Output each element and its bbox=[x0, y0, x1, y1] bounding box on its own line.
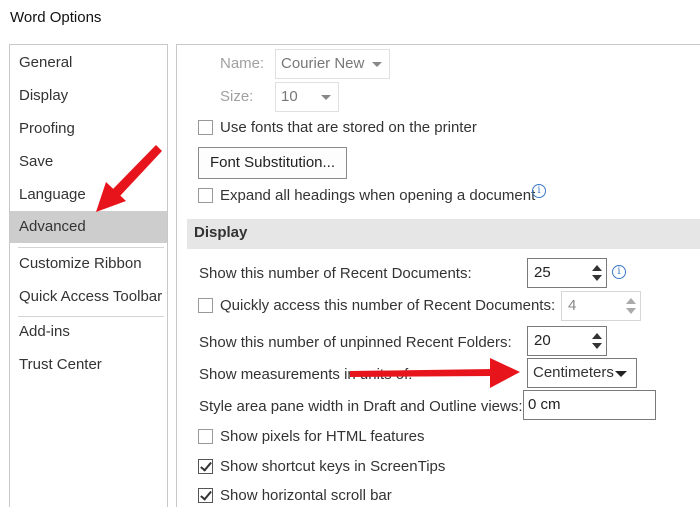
spin-down-icon[interactable] bbox=[592, 343, 602, 349]
quick-access-recent-label: Quickly access this number of Recent Doc… bbox=[220, 297, 556, 314]
use-printer-fonts-label: Use fonts that are stored on the printer bbox=[220, 119, 477, 136]
font-size-value: 10 bbox=[281, 88, 298, 105]
show-pixels-html-label: Show pixels for HTML features bbox=[220, 428, 425, 445]
chevron-down-icon bbox=[321, 95, 331, 100]
style-area-width-label: Style area pane width in Draft and Outli… bbox=[199, 398, 523, 415]
spin-down-icon[interactable] bbox=[626, 308, 636, 314]
measurement-units-dropdown[interactable]: Centimeters bbox=[527, 358, 637, 388]
quick-access-recent-checkbox[interactable] bbox=[198, 298, 213, 313]
show-shortcut-keys-label: Show shortcut keys in ScreenTips bbox=[220, 458, 446, 475]
chevron-down-icon bbox=[372, 62, 382, 67]
quick-access-recent-spinner[interactable]: 4 bbox=[561, 291, 641, 321]
show-pixels-html-checkbox[interactable] bbox=[198, 429, 213, 444]
style-area-width-field[interactable]: 0 cm bbox=[523, 390, 656, 420]
spin-up-icon[interactable] bbox=[592, 265, 602, 271]
expand-headings-label: Expand all headings when opening a docum… bbox=[220, 187, 536, 204]
quick-access-recent-value: 4 bbox=[568, 297, 577, 314]
info-icon: i bbox=[612, 265, 626, 279]
spin-up-icon[interactable] bbox=[592, 333, 602, 339]
sidebar-item-proofing[interactable]: Proofing bbox=[10, 113, 167, 145]
spin-up-icon[interactable] bbox=[626, 298, 636, 304]
measurement-units-label: Show measurements in units of: bbox=[199, 366, 413, 383]
sidebar-item-trust-center[interactable]: Trust Center bbox=[10, 349, 167, 381]
show-horizontal-scroll-checkbox[interactable] bbox=[198, 488, 213, 503]
sidebar-item-customize-ribbon[interactable]: Customize Ribbon bbox=[10, 248, 167, 280]
recent-docs-label: Show this number of Recent Documents: bbox=[199, 265, 472, 282]
info-icon: i bbox=[532, 184, 546, 198]
recent-folders-spinner[interactable]: 20 bbox=[527, 326, 607, 356]
expand-headings-checkbox[interactable] bbox=[198, 188, 213, 203]
window-title: Word Options bbox=[10, 9, 102, 26]
font-substitution-button[interactable]: Font Substitution... bbox=[198, 147, 347, 179]
sidebar-item-display[interactable]: Display bbox=[10, 80, 167, 112]
sidebar-item-language[interactable]: Language bbox=[10, 179, 167, 211]
show-shortcut-keys-checkbox[interactable] bbox=[198, 459, 213, 474]
recent-docs-value: 25 bbox=[534, 264, 551, 281]
display-section-header: Display bbox=[187, 219, 700, 249]
sidebar-item-add-ins[interactable]: Add-ins bbox=[10, 316, 167, 348]
font-name-dropdown[interactable]: Courier New bbox=[275, 49, 390, 79]
section-title: Display bbox=[194, 224, 248, 241]
font-size-label: Size: bbox=[220, 88, 254, 105]
advanced-options-panel: Name: Courier New Size: 10 Use fonts tha… bbox=[176, 44, 700, 507]
sidebar-item-quick-access-toolbar[interactable]: Quick Access Toolbar bbox=[10, 281, 167, 313]
font-name-value: Courier New bbox=[281, 55, 365, 72]
sidebar-item-advanced[interactable]: Advanced bbox=[10, 211, 167, 243]
font-name-label: Name: bbox=[220, 55, 265, 72]
sidebar-item-save[interactable]: Save bbox=[10, 146, 167, 178]
title-bar: Word Options bbox=[0, 0, 700, 40]
sidebar-item-general[interactable]: General bbox=[10, 47, 167, 79]
recent-folders-label: Show this number of unpinned Recent Fold… bbox=[199, 334, 512, 351]
font-size-dropdown[interactable]: 10 bbox=[275, 82, 339, 112]
use-printer-fonts-checkbox[interactable] bbox=[198, 120, 213, 135]
style-area-width-value: 0 cm bbox=[528, 396, 561, 413]
measurement-units-value: Centimeters bbox=[533, 364, 614, 381]
show-horizontal-scroll-label: Show horizontal scroll bar bbox=[220, 487, 392, 504]
spin-down-icon[interactable] bbox=[592, 275, 602, 281]
recent-folders-value: 20 bbox=[534, 332, 551, 349]
chevron-down-icon bbox=[615, 371, 627, 377]
recent-docs-spinner[interactable]: 25 bbox=[527, 258, 607, 288]
options-sidebar: General Display Proofing Save Language A… bbox=[9, 44, 168, 507]
